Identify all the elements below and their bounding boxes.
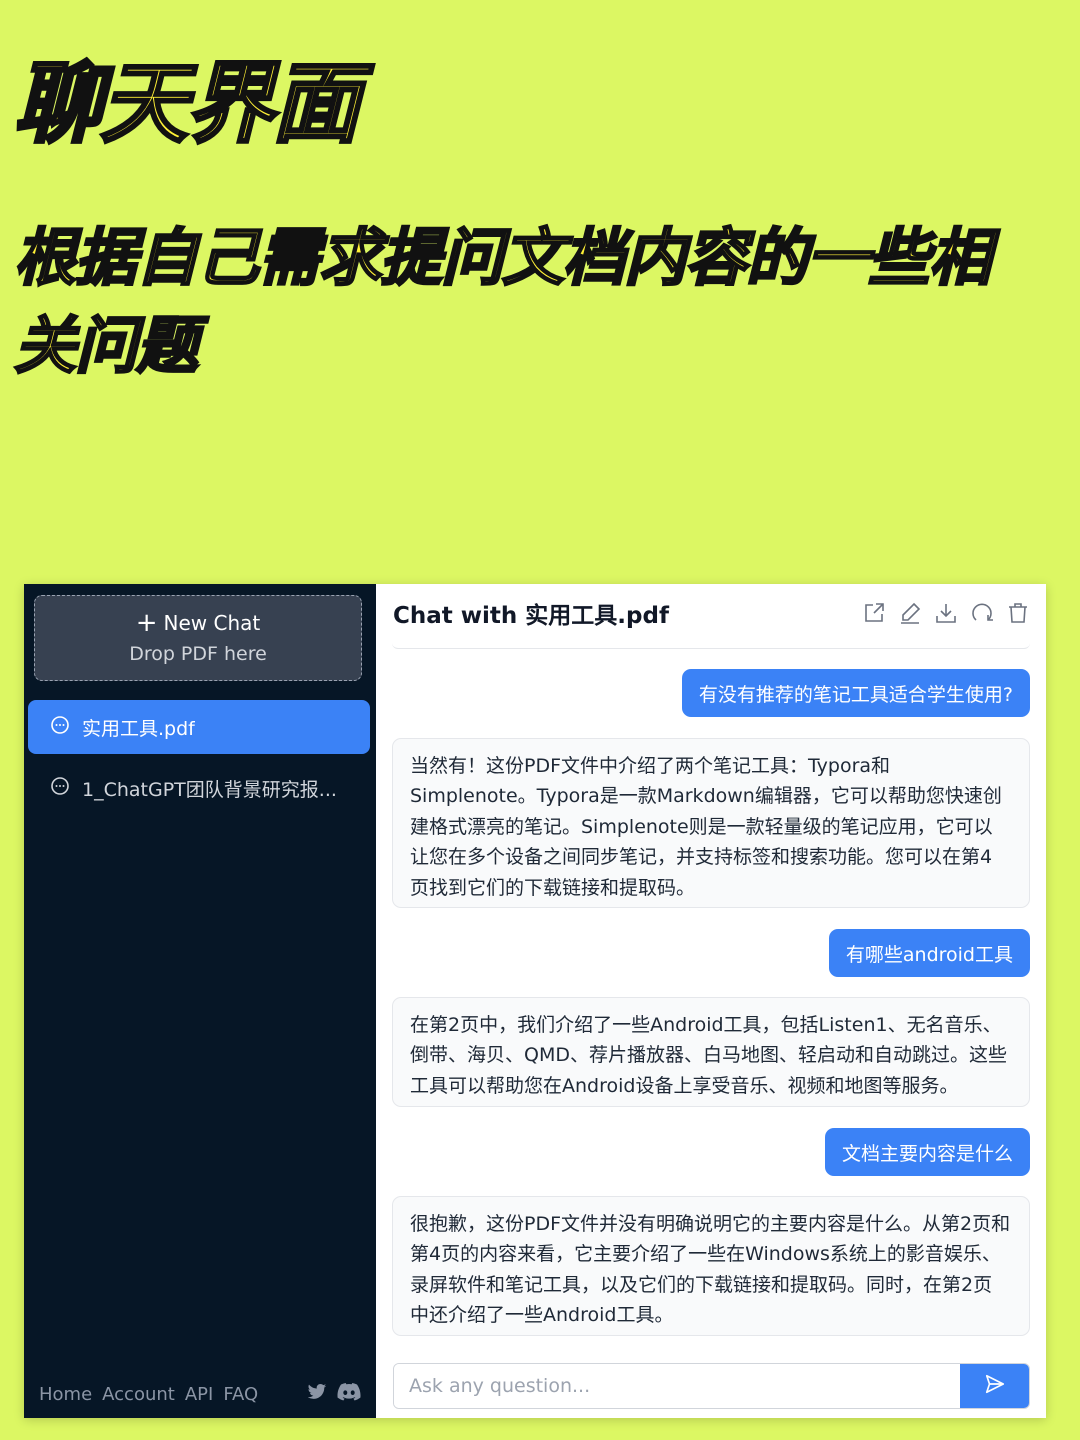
question-input[interactable] <box>394 1364 960 1408</box>
drop-pdf-label: Drop PDF here <box>129 643 267 665</box>
chat-list-item-label: 1_ChatGPT团队背景研究报... <box>82 778 337 801</box>
sidebar: + New Chat Drop PDF here 实用工具.pdf 1_Chat… <box>24 584 376 1418</box>
footer-link-home[interactable]: Home <box>39 1384 92 1405</box>
user-message: 有没有推荐的笔记工具适合学生使用? <box>681 669 1030 717</box>
footer-links: Home Account API FAQ <box>39 1384 258 1405</box>
chat-list-item[interactable]: 1_ChatGPT团队背景研究报... <box>28 761 370 815</box>
chat-panel: Chat with 实用工具.pdf 有没有推荐的笔记工具适合学生使用? 当然有… <box>376 584 1046 1418</box>
new-chat-label: New Chat <box>163 611 261 635</box>
hero-subtitle: 根据自己需求提问文档内容的一些相关问题 <box>13 220 993 384</box>
plus-icon: + <box>135 608 158 638</box>
social-links <box>307 1383 361 1405</box>
hero-title: 聊天界面 <box>12 52 361 155</box>
new-chat-dropzone[interactable]: + New Chat Drop PDF here <box>34 595 362 681</box>
refresh-icon[interactable] <box>970 601 994 625</box>
chat-bubble-icon <box>50 776 70 801</box>
user-message: 文档主要内容是什么 <box>824 1128 1030 1176</box>
footer-link-api[interactable]: API <box>185 1384 213 1405</box>
header-divider <box>392 642 1030 649</box>
chat-bubble-icon <box>50 715 70 740</box>
chat-toolbar <box>862 601 1030 625</box>
discord-icon[interactable] <box>337 1383 361 1405</box>
assistant-message: 当然有！这份PDF文件中介绍了两个笔记工具：Typora和Simplenote。… <box>392 738 1030 908</box>
twitter-icon[interactable] <box>307 1383 327 1405</box>
footer-link-faq[interactable]: FAQ <box>223 1384 258 1405</box>
chat-title: Chat with 实用工具.pdf <box>393 603 669 629</box>
chat-list-item-label: 实用工具.pdf <box>82 717 195 740</box>
chat-list-item-active[interactable]: 实用工具.pdf <box>28 700 370 754</box>
share-icon[interactable] <box>862 601 886 625</box>
trash-icon[interactable] <box>1006 601 1030 625</box>
footer-link-account[interactable]: Account <box>102 1384 175 1405</box>
assistant-message: 在第2页中，我们介绍了一些Android工具，包括Listen1、无名音乐、倒带… <box>392 997 1030 1107</box>
sidebar-footer: Home Account API FAQ <box>39 1382 361 1406</box>
chat-app-window: + New Chat Drop PDF here 实用工具.pdf 1_Chat… <box>24 584 1046 1418</box>
new-chat-button[interactable]: + New Chat <box>135 608 261 638</box>
chat-input-bar <box>393 1363 1030 1409</box>
assistant-message: 很抱歉，这份PDF文件并没有明确说明它的主要内容是什么。从第2页和第4页的内容来… <box>392 1196 1030 1336</box>
chat-header: Chat with 实用工具.pdf <box>376 584 1046 642</box>
user-message: 有哪些android工具 <box>828 929 1030 977</box>
edit-icon[interactable] <box>898 601 922 625</box>
download-icon[interactable] <box>934 601 958 625</box>
send-button[interactable] <box>960 1364 1029 1408</box>
send-icon <box>984 1373 1006 1399</box>
